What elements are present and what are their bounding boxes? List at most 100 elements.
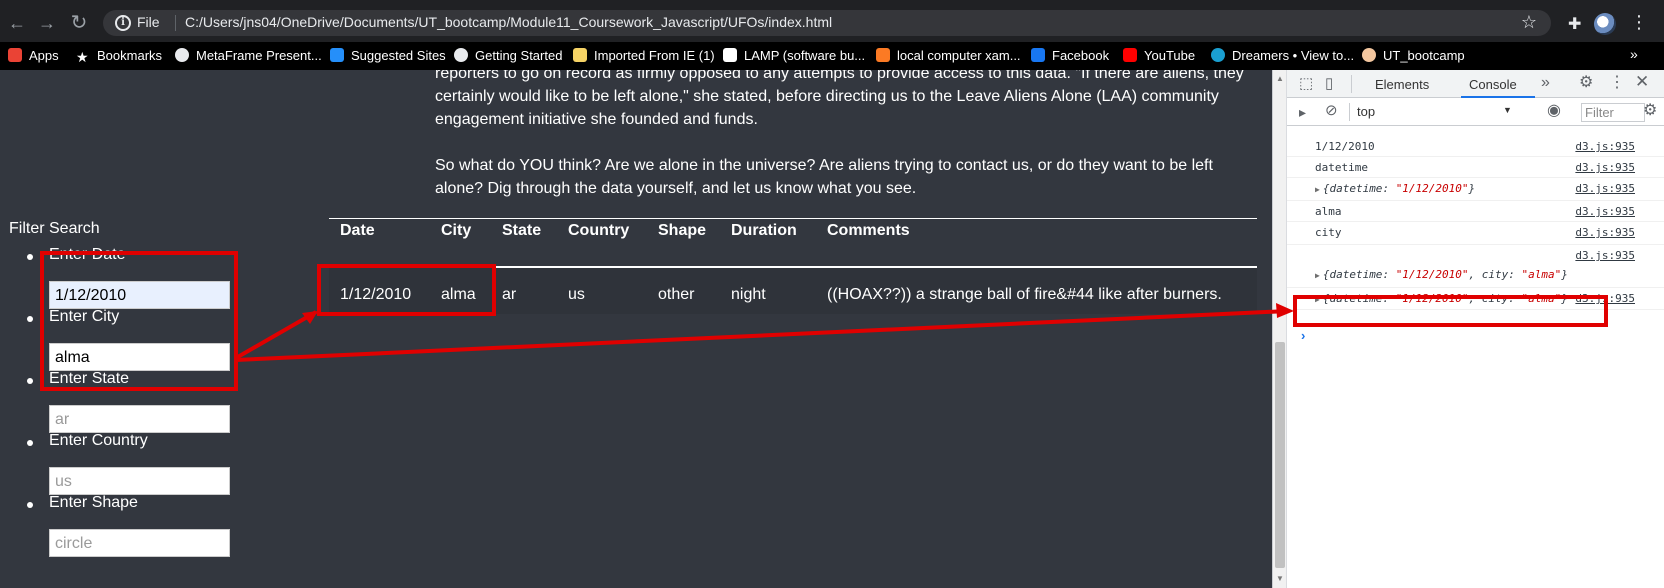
filter-label: Enter State [49, 370, 130, 387]
source-link[interactable]: d3.js:935 [1575, 140, 1635, 153]
source-link[interactable]: d3.js:935 [1575, 292, 1635, 305]
bookmark-bing[interactable]: Suggested Sites [330, 47, 446, 65]
console-log-text: datetime [1315, 161, 1368, 174]
table-cell-state: ar [502, 286, 517, 303]
context-selector[interactable]: top [1357, 104, 1515, 121]
filter-input-date[interactable]: 1/12/2010 [49, 281, 230, 309]
table-cell-duration: night [731, 286, 766, 303]
bing-icon [330, 48, 344, 62]
apps-grid-icon [8, 48, 22, 62]
console-object-preview[interactable]: ▶ {datetime: "1/12/2010", city: "alma"} [1315, 292, 1568, 305]
separator: : [1382, 182, 1396, 195]
bookmark-xampp[interactable]: local computer xam... [876, 47, 1021, 65]
bookmark-folder[interactable]: Imported From IE (1) [573, 47, 715, 65]
bookmark-label: Getting Started [475, 48, 563, 63]
bookmark-globe[interactable]: Getting Started [454, 47, 562, 65]
inspect-element-icon[interactable]: ⬚ [1299, 76, 1313, 92]
article-line: certainly would like to be left alone," … [435, 88, 1219, 105]
page-scrollbar[interactable]: ▲ ▼ [1273, 70, 1287, 588]
browser-menu-icon[interactable]: ⋮ [1630, 12, 1648, 33]
console-log-row: d3.js:935 1/12/2010 [1287, 136, 1664, 157]
scrollbar-thumb[interactable] [1275, 342, 1285, 568]
expand-triangle-icon[interactable]: ▶ [1315, 185, 1320, 194]
source-link[interactable]: d3.js:935 [1575, 161, 1635, 174]
devtools-menu-icon[interactable]: ⋮ [1609, 75, 1625, 91]
profile-avatar[interactable] [1594, 13, 1616, 35]
live-expression-eye-icon[interactable]: ◉ [1547, 103, 1561, 119]
tab-elements[interactable]: Elements [1375, 77, 1429, 92]
filter-search-title: Filter Search [9, 220, 100, 237]
extensions-puzzle-icon[interactable]: ✚ [1568, 14, 1586, 33]
clear-console-icon[interactable]: ⊘ [1325, 103, 1338, 119]
column-header-duration: Duration [731, 222, 797, 239]
dropdown-arrow-icon[interactable]: ▼ [1503, 105, 1512, 115]
url-text[interactable]: C:/Users/jns04/OneDrive/Documents/UT_boo… [185, 14, 832, 30]
bookmarks-bar: Apps ★ Bookmarks MetaFrame Present... Sugges… [0, 42, 1664, 70]
back-arrow-icon[interactable]: ← [6, 12, 28, 34]
filter-input-city[interactable]: alma [49, 343, 230, 371]
object-key: datetime [1329, 292, 1383, 305]
bookmark-youtube[interactable]: YouTube [1123, 47, 1195, 65]
info-icon[interactable]: i [115, 15, 131, 31]
tab-console[interactable]: Console [1469, 77, 1517, 92]
column-header-shape: Shape [658, 222, 707, 239]
column-header-country: Country [568, 222, 630, 239]
bookmark-label: Facebook [1052, 48, 1110, 63]
omnibox[interactable]: i File C:/Users/jns04/OneDrive/Documents… [103, 10, 1551, 36]
console-object-preview[interactable]: ▶ {datetime: "1/12/2010"} [1315, 182, 1475, 195]
bookmark-star[interactable]: ★ Bookmarks [76, 47, 162, 65]
globe-icon [175, 48, 189, 62]
bookmark-star-icon[interactable]: ☆ [1521, 12, 1537, 33]
console-filter-input[interactable]: Filter [1581, 103, 1645, 122]
console-prompt-caret[interactable]: › [1301, 328, 1305, 343]
bookmark-dot[interactable]: Dreamers • View to... [1211, 47, 1354, 65]
wikipedia-icon [723, 48, 737, 62]
reload-icon[interactable]: ↻ [68, 12, 90, 34]
bookmark-apps-grid[interactable]: Apps [8, 47, 59, 65]
object-key: city [1481, 268, 1509, 281]
filter-label: Enter Country [49, 432, 148, 449]
console-log-text: 1/12/2010 [1315, 140, 1375, 153]
source-link[interactable]: d3.js:935 [1575, 226, 1635, 239]
more-bookmarks-chevron-icon[interactable]: » [1630, 46, 1638, 62]
bookmark-label: MetaFrame Present... [196, 48, 322, 63]
bookmark-facebook[interactable]: Facebook [1031, 47, 1109, 65]
console-toolbar: ▸ ⊘ top ▼ ◉ Filter ⚙ [1287, 98, 1664, 126]
expand-triangle-icon[interactable]: ▶ [1315, 271, 1320, 280]
devtools-panel: ▲ ▼ ⬚ ▯ Elements Console » ⚙ ⋮ ✕ ▸ ⊘ top… [1272, 70, 1664, 588]
console-object-preview[interactable]: ▶ {datetime: "1/12/2010", city: "alma"} [1315, 268, 1568, 281]
source-link[interactable]: d3.js:935 [1575, 249, 1635, 262]
object-value: "alma" [1521, 292, 1562, 305]
scroll-up-arrow-icon[interactable]: ▲ [1276, 74, 1284, 83]
console-settings-gear-icon[interactable]: ⚙ [1643, 103, 1657, 119]
scroll-down-arrow-icon[interactable]: ▼ [1276, 574, 1284, 583]
filter-input-state[interactable]: ar [49, 405, 230, 433]
separator: , [1468, 292, 1482, 305]
forward-arrow-icon[interactable]: → [36, 12, 58, 34]
expand-triangle-icon[interactable]: ▶ [1315, 295, 1320, 304]
bookmark-label: local computer xam... [897, 48, 1021, 63]
console-log-row: d3.js:935 city [1287, 222, 1664, 245]
source-link[interactable]: d3.js:935 [1575, 205, 1635, 218]
console-log-row: d3.js:935 datetime [1287, 157, 1664, 178]
filter-input-shape[interactable]: circle [49, 529, 230, 557]
settings-gear-icon[interactable]: ⚙ [1579, 75, 1593, 91]
brace: } [1468, 182, 1476, 195]
bookmark-wikipedia[interactable]: LAMP (software bu... [723, 47, 865, 65]
show-sidebar-icon[interactable]: ▸ [1299, 104, 1306, 120]
tab-divider [1351, 75, 1352, 93]
bookmark-label: Suggested Sites [351, 48, 446, 63]
bookmark-label: LAMP (software bu... [744, 48, 866, 63]
bookmark-ut[interactable]: UT_bootcamp [1362, 47, 1465, 65]
filter-input-country[interactable]: us [49, 467, 230, 495]
bookmark-globe[interactable]: MetaFrame Present... [175, 47, 322, 65]
source-link[interactable]: d3.js:935 [1575, 182, 1635, 195]
close-devtools-icon[interactable]: ✕ [1635, 73, 1649, 90]
list-bullet [27, 440, 33, 446]
object-value: "alma" [1521, 268, 1562, 281]
device-toolbar-icon[interactable]: ▯ [1325, 76, 1333, 92]
devtools-tab-bar: ⬚ ▯ Elements Console » ⚙ ⋮ ✕ [1287, 70, 1664, 98]
article-line: reporters to go on record as firmly oppo… [435, 70, 1244, 82]
more-tabs-chevron-icon[interactable]: » [1541, 75, 1550, 91]
separator: : [1382, 268, 1396, 281]
